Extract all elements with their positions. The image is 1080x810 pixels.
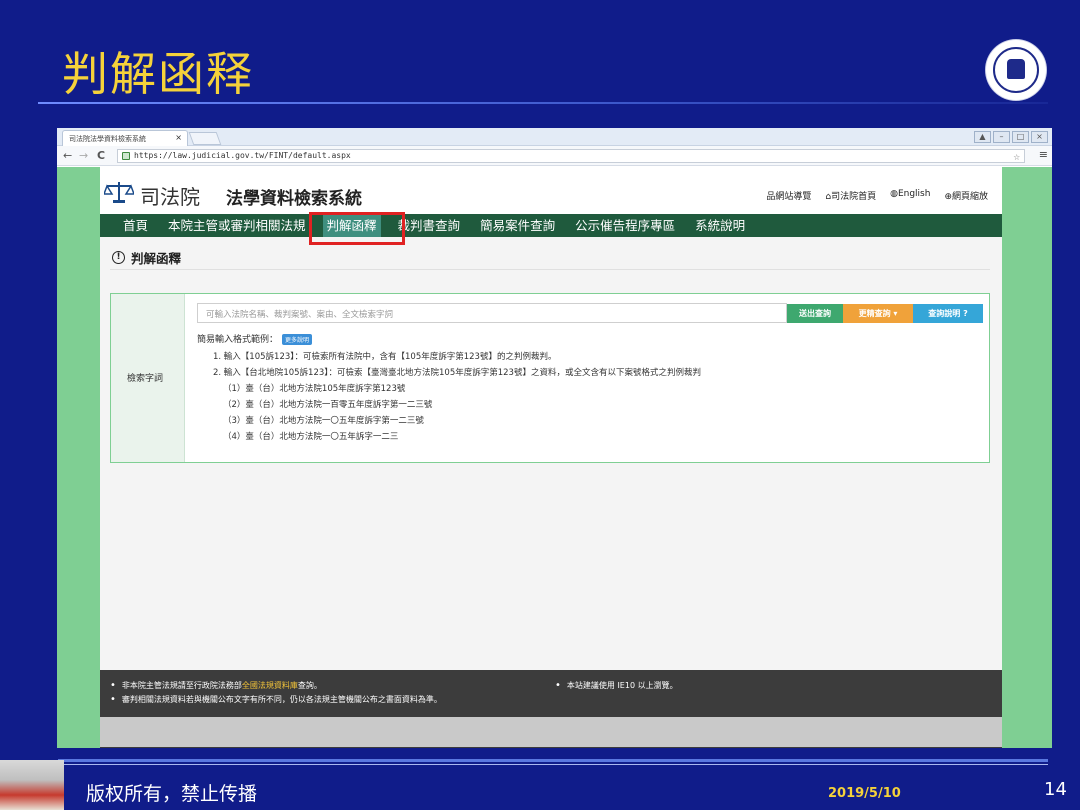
nav-home[interactable]: 首頁 xyxy=(120,214,151,237)
browser-window: 司法院法學資料檢索系統 × ▲ – □ × ← → C https://law.… xyxy=(57,128,1052,748)
seal-ring xyxy=(993,47,1039,93)
hint-line: （2）臺（台）北地方法院一百零五年度訴字第一二三號 xyxy=(223,400,433,410)
nav-simple-cases[interactable]: 簡易案件查詢 xyxy=(477,214,558,237)
slide-title: 判解函释 xyxy=(62,47,254,101)
window-user-icon[interactable]: ▲ xyxy=(974,131,991,143)
submit-search-button[interactable]: 送出查詢 xyxy=(787,304,843,323)
site-name-sub[interactable]: 法學資料檢索系統 xyxy=(226,184,362,209)
forward-icon[interactable]: → xyxy=(79,149,88,162)
sitemap-icon: 品 xyxy=(766,192,776,202)
tab-bar: 司法院法學資料檢索系統 × ▲ – □ × xyxy=(57,128,1052,146)
judicial-home-link[interactable]: ⌂司法院首頁 xyxy=(825,189,876,202)
footer-note-2-text: 審判相關法規資料若與機關公布文字有所不同，仍以各法規主管機關公布之書面資料為準。 xyxy=(121,695,442,704)
page-viewport: 司法院 法學資料檢索系統 品網站導覽 ⌂司法院首頁 ◍English ⊕網頁縮放… xyxy=(57,167,1052,748)
footer-note-3-text: 本站建議使用 IE10 以上瀏覽。 xyxy=(566,681,678,690)
minimize-icon[interactable]: – xyxy=(993,131,1010,143)
site-header: 司法院 法學資料檢索系統 品網站導覽 ⌂司法院首頁 ◍English ⊕網頁縮放 xyxy=(100,167,1002,214)
hint-title-text: 簡易輸入格式範例： xyxy=(197,335,279,345)
national-law-db-link[interactable]: 全國法規資料庫 xyxy=(242,681,298,690)
tab-title: 司法院法學資料檢索系統 xyxy=(69,135,146,143)
seal-emblem xyxy=(1007,59,1025,79)
sitemap-label: 網站導覽 xyxy=(775,192,812,202)
annotation-highlight-box xyxy=(309,212,405,245)
footer-note-1-post: 查詢。 xyxy=(297,681,322,690)
search-input[interactable]: 可輸入法院名稱、裁判案號、案由、全文檢索字詞 xyxy=(197,303,787,323)
new-tab-button[interactable] xyxy=(188,132,222,145)
site-name-main[interactable]: 司法院 xyxy=(140,181,200,210)
hint-title: 簡易輸入格式範例： 更多說明 xyxy=(197,332,313,345)
university-seal-icon xyxy=(986,40,1046,100)
more-info-badge[interactable]: 更多說明 xyxy=(282,334,313,345)
page-bottom-strip xyxy=(100,717,1002,747)
section-divider xyxy=(110,269,990,270)
window-controls: ▲ – □ × xyxy=(974,131,1048,143)
tab-close-icon[interactable]: × xyxy=(175,133,182,142)
bullet-icon: • xyxy=(110,694,116,705)
lock-icon xyxy=(122,152,130,160)
hint-line: （4）臺（台）北地方法院一〇五年訴字一二三 xyxy=(223,432,399,442)
search-panel: 檢索字詞 可輸入法院名稱、裁判案號、案由、全文檢索字詞 送出查詢 更精查詢 ▾ … xyxy=(110,293,990,463)
address-row: ← → C https://law.judicial.gov.tw/FINT/d… xyxy=(57,146,1052,166)
hint-line: （3）臺（台）北地方法院一〇五年度訴字第一二三號 xyxy=(223,416,424,426)
advanced-search-button[interactable]: 更精查詢 ▾ xyxy=(843,304,913,323)
info-icon: ! xyxy=(112,251,125,264)
english-label: English xyxy=(897,189,931,199)
footer-divider xyxy=(58,759,1048,762)
section-header: ! 判解函釋 xyxy=(112,248,181,267)
search-label-column: 檢索字詞 xyxy=(111,294,185,462)
page-content: 司法院 法學資料檢索系統 品網站導覽 ⌂司法院首頁 ◍English ⊕網頁縮放… xyxy=(100,167,1002,748)
back-icon[interactable]: ← xyxy=(63,149,72,162)
close-window-icon[interactable]: × xyxy=(1031,131,1048,143)
hint-line: 1. 輸入【105訴123】：可檢索所有法院中，含有【105年度訴字第123號】… xyxy=(213,352,557,362)
nav-regulations[interactable]: 本院主管或審判相關法規 xyxy=(165,214,309,237)
zoom-label: 網頁縮放 xyxy=(951,192,988,202)
section-title: 判解函釋 xyxy=(131,251,182,266)
nav-public-notice[interactable]: 公示催告程序專區 xyxy=(572,214,678,237)
top-links: 品網站導覽 ⌂司法院首頁 ◍English ⊕網頁縮放 xyxy=(766,189,988,202)
page-number: 14 xyxy=(1044,779,1067,800)
slide-date: 2019/5/10 xyxy=(828,786,901,801)
address-bar[interactable]: https://law.judicial.gov.tw/FINT/default… xyxy=(117,149,1025,163)
footer-note-1: • 非本院主管法規請至行政院法務部全國法規資料庫查詢。 xyxy=(110,680,322,691)
hint-line: （1）臺（台）北地方法院105年度訴字第123號 xyxy=(223,384,406,394)
maximize-icon[interactable]: □ xyxy=(1012,131,1029,143)
zoom-icon: ⊕ xyxy=(944,192,952,202)
footer-note-1-pre: 非本院主管法規請至行政院法務部 xyxy=(121,681,242,690)
footer-note-2: • 審判相關法規資料若與機關公布文字有所不同，仍以各法規主管機關公布之書面資料為準… xyxy=(110,694,442,705)
bookmark-star-icon[interactable]: ☆ xyxy=(1013,150,1020,163)
search-help-button[interactable]: 查詢說明 ? xyxy=(913,304,983,323)
bullet-icon: • xyxy=(555,680,561,691)
campus-photo xyxy=(0,760,64,810)
browser-menu-icon[interactable]: ≡ xyxy=(1039,148,1048,161)
search-label: 檢索字詞 xyxy=(127,374,164,384)
copyright-text: 版权所有，禁止传播 xyxy=(86,783,258,805)
title-divider xyxy=(38,102,1048,104)
browser-tab[interactable]: 司法院法學資料檢索系統 × xyxy=(62,130,188,146)
judicial-home-label: 司法院首頁 xyxy=(831,192,877,202)
globe-icon: ◍ xyxy=(890,189,898,199)
main-nav: 首頁 本院主管或審判相關法規 判解函釋 裁判書查詢 簡易案件查詢 公示催告程序專… xyxy=(100,214,1002,237)
url-text: https://law.judicial.gov.tw/FINT/default… xyxy=(134,151,351,160)
zoom-link[interactable]: ⊕網頁縮放 xyxy=(944,189,988,202)
nav-help[interactable]: 系統說明 xyxy=(692,214,748,237)
bullet-icon: • xyxy=(110,680,116,691)
footer-divider-thin xyxy=(58,764,1048,765)
english-link[interactable]: ◍English xyxy=(890,189,930,202)
reload-icon[interactable]: C xyxy=(97,149,105,162)
hint-line: 2. 輸入【台北地院105訴123】：可檢索【臺灣臺北地方法院105年度訴字第1… xyxy=(213,368,701,378)
scales-logo-icon[interactable] xyxy=(104,180,134,204)
sitemap-link[interactable]: 品網站導覽 xyxy=(766,189,811,202)
footer-note-3: • 本站建議使用 IE10 以上瀏覽。 xyxy=(555,680,678,691)
